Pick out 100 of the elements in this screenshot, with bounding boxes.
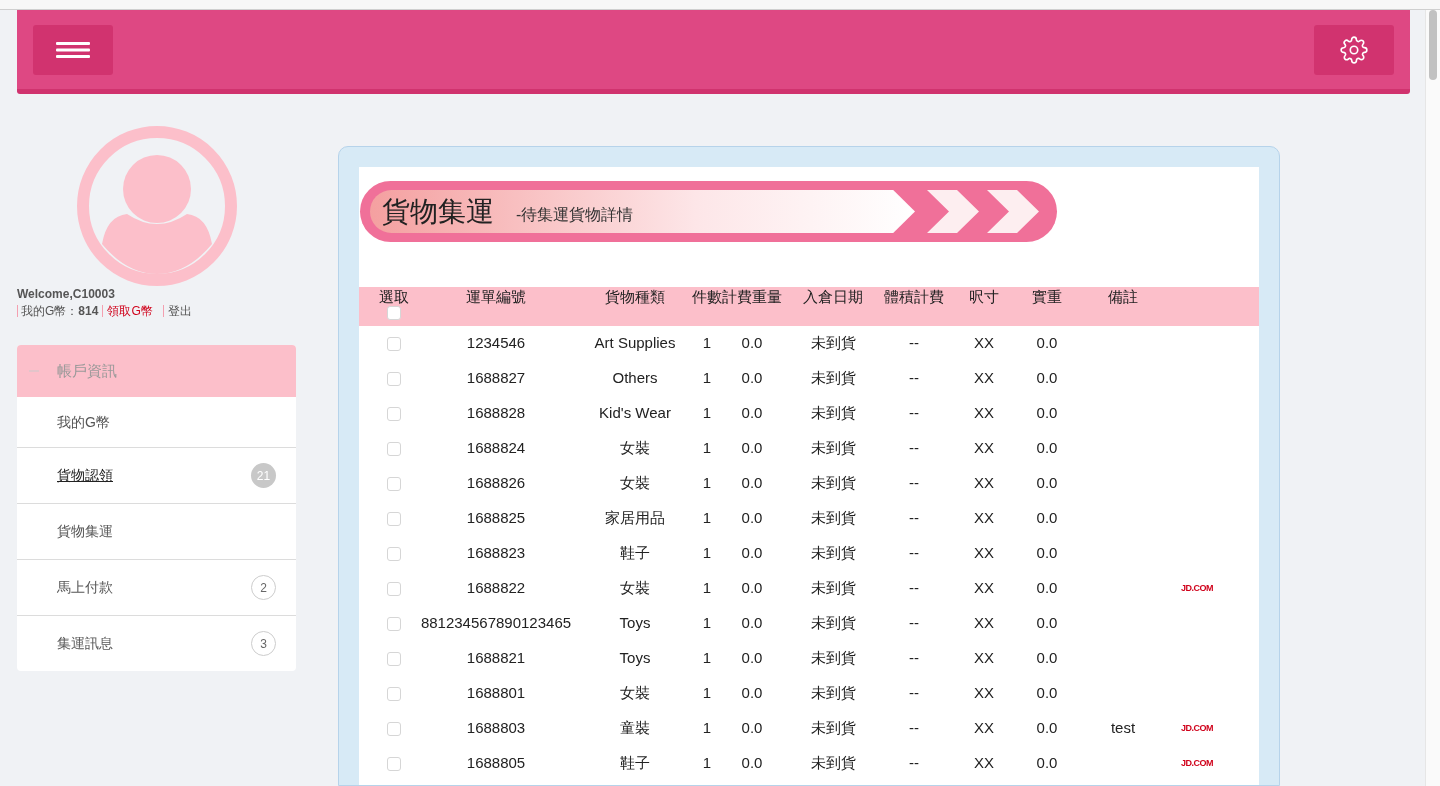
table-cell-text: Toys (619, 613, 651, 634)
table-cell-text: 1688827 (466, 368, 526, 389)
table-cell-text: 女裝 (620, 683, 650, 704)
table-cell-text: -- (909, 753, 919, 774)
logout-link[interactable]: 登出 (167, 303, 192, 319)
store-logo: JD.COM (1181, 721, 1213, 735)
table-cell-text: 未到貨 (810, 683, 856, 704)
table-cell-text: 童裝 (620, 718, 650, 739)
table-cell-text: XX (974, 613, 994, 634)
table-cell-text: XX (974, 473, 994, 494)
menu-item[interactable]: 我的G幣 (57, 411, 110, 433)
table-cell-text: XX (974, 718, 994, 739)
column-header: 備註 (1108, 288, 1138, 306)
column-header: 實重 (1032, 288, 1062, 306)
table-cell-text: 未到貨 (810, 473, 856, 494)
table-cell-text: 1 (702, 508, 712, 529)
table-cell-text: 1 (702, 613, 712, 634)
checkbox[interactable] (387, 406, 401, 421)
table-cell-text: 0.0 (741, 368, 763, 389)
table-cell-text: Others (612, 368, 658, 389)
table-cell-text: 1 (702, 578, 712, 599)
table-cell-text: 1688823 (466, 543, 526, 564)
table-cell-text: 0.0 (741, 403, 763, 424)
menu-icon (56, 41, 90, 58)
table-cell-text: -- (909, 543, 919, 564)
table-cell-text: XX (974, 403, 994, 424)
column-header: 件數 (692, 288, 722, 306)
table-cell-text: 0.0 (1036, 438, 1058, 459)
table-cell-text: 鞋子 (620, 753, 650, 774)
table-cell-text: -- (909, 368, 919, 389)
table-cell-text: XX (974, 333, 994, 354)
table-cell-text: 未到貨 (810, 648, 856, 669)
banner-title: 貨物集運 (382, 194, 494, 229)
checkbox[interactable] (387, 371, 401, 386)
column-header: 入倉日期 (803, 288, 863, 306)
table-cell-text: -- (909, 403, 919, 424)
banner-subtitle: -待集運貨物詳情 (516, 204, 634, 225)
menu-item[interactable]: 馬上付款 (57, 577, 113, 598)
table-cell-text: 0.0 (1036, 648, 1058, 669)
table-cell-text: -- (909, 578, 919, 599)
table-cell-text: 1688803 (466, 718, 526, 739)
settings-button[interactable] (1314, 24, 1394, 75)
table-cell-text: 0.0 (741, 508, 763, 529)
table-cell-text: 1688828 (466, 403, 526, 424)
table-cell-text: 0.0 (1036, 473, 1058, 494)
checkbox[interactable] (387, 686, 401, 701)
checkbox[interactable] (387, 756, 401, 771)
checkbox[interactable] (387, 616, 401, 631)
table-cell-text: Art Supplies (594, 333, 676, 354)
claim-coins-link[interactable]: 領取G幣 (107, 303, 153, 319)
checkbox[interactable] (387, 651, 401, 666)
table-cell-text: 未到貨 (810, 333, 856, 354)
table-cell-text: 1 (702, 543, 712, 564)
table-cell-text: XX (974, 648, 994, 669)
menu-button[interactable] (33, 24, 113, 75)
column-header: 體積計費 (884, 288, 944, 306)
table-cell-text: 0.0 (1036, 718, 1058, 739)
menu-item[interactable]: 集運訊息 (57, 633, 113, 654)
checkbox[interactable] (387, 476, 401, 491)
table-cell-text: -- (909, 473, 919, 494)
store-logo: JD.COM (1181, 756, 1213, 770)
table-cell-text: 0.0 (1036, 613, 1058, 634)
table-cell-text: 0.0 (1036, 403, 1058, 424)
table-cell-text: 0.0 (741, 613, 763, 634)
checkbox[interactable] (387, 306, 401, 320)
table-cell-text: -- (909, 648, 919, 669)
checkbox[interactable] (387, 441, 401, 456)
table-cell-text: 0.0 (1036, 368, 1058, 389)
table-cell-text: 0.0 (741, 753, 763, 774)
menu-item[interactable]: 貨物集運 (57, 521, 113, 542)
table-cell-text: 未到貨 (810, 368, 856, 389)
table-cell-text: XX (974, 368, 994, 389)
column-header: 貨物種類 (605, 288, 665, 306)
table-cell-text: 未到貨 (810, 578, 856, 599)
table-cell-text: 1688821 (466, 648, 526, 669)
checkbox[interactable] (387, 336, 401, 351)
table-cell-text: 1 (702, 403, 712, 424)
table-cell-text: 1 (702, 368, 712, 389)
checkbox[interactable] (387, 546, 401, 561)
table-cell-text: 未到貨 (810, 753, 856, 774)
table-cell-text: 1 (702, 718, 712, 739)
table-cell-text: XX (974, 508, 994, 529)
checkbox[interactable] (387, 721, 401, 736)
table-cell-text: 1688826 (466, 473, 526, 494)
menu-item[interactable]: 貨物認領 (57, 465, 113, 486)
table-cell-text: 1 (702, 333, 712, 354)
column-header: 運單編號 (466, 288, 526, 306)
table-cell-text: XX (974, 578, 994, 599)
table-cell-text: 0.0 (1036, 578, 1058, 599)
table-cell-text: 未到貨 (810, 718, 856, 739)
table-cell-text: 1688805 (466, 753, 526, 774)
checkbox[interactable] (387, 581, 401, 596)
table-cell-text: 0.0 (1036, 508, 1058, 529)
table-cell-text: 家居用品 (605, 508, 665, 529)
table-cell-text: 1 (702, 438, 712, 459)
table-cell-text: 0.0 (741, 718, 763, 739)
table-cell-text: -- (909, 683, 919, 704)
checkbox[interactable] (387, 511, 401, 526)
table-cell-text: 0.0 (741, 578, 763, 599)
table-cell-text: 0.0 (1036, 753, 1058, 774)
